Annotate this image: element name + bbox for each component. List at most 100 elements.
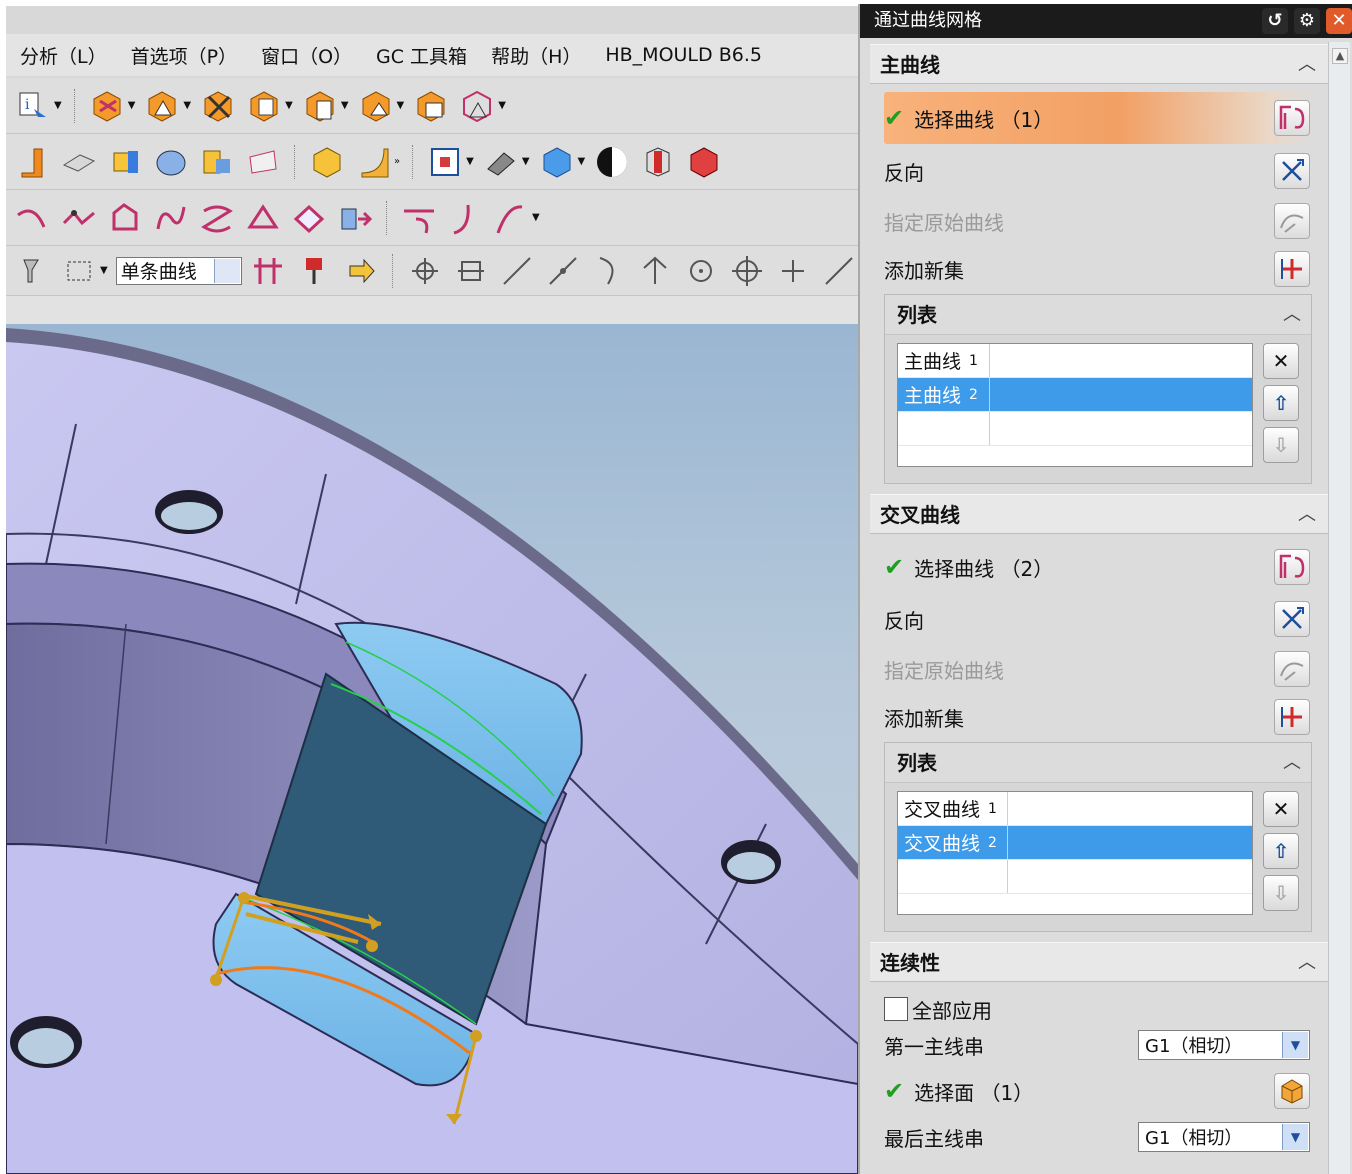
chevron-down-icon[interactable]: [214, 258, 241, 283]
cross-list-header[interactable]: 列表 ︿: [885, 743, 1311, 783]
chevron-up-icon[interactable]: ︿: [1298, 943, 1316, 983]
chevron-up-icon[interactable]: ︿: [1283, 743, 1301, 783]
more-tools-icon[interactable]: »: [394, 156, 400, 167]
select-face-button[interactable]: [1274, 1073, 1310, 1109]
list-item[interactable]: 主曲线 1: [898, 344, 1252, 378]
info-icon[interactable]: i: [14, 87, 52, 125]
gear-icon[interactable]: ⚙: [1294, 8, 1320, 34]
dropdown-icon[interactable]: ▼: [183, 100, 191, 111]
dropdown-icon[interactable]: ▼: [498, 100, 506, 111]
menu-gc-toolbox[interactable]: GC 工具箱: [376, 42, 467, 69]
dropdown-icon[interactable]: ▼: [532, 212, 540, 223]
point-icon[interactable]: [60, 199, 98, 237]
cross-select-curve-row[interactable]: ✔ 选择曲线 （2）: [884, 546, 1314, 588]
snap-midpoint-icon[interactable]: [544, 252, 582, 290]
bridge-curve-icon[interactable]: [492, 199, 530, 237]
primary-curve-list[interactable]: 主曲线 1 主曲线 2: [897, 343, 1253, 467]
trim-curve-icon[interactable]: [400, 199, 438, 237]
red-cube-icon[interactable]: [685, 143, 723, 181]
follow-icon[interactable]: [296, 252, 334, 290]
scroll-up-icon[interactable]: ▲: [1332, 48, 1348, 64]
list-item-selected[interactable]: 主曲线 2: [898, 378, 1252, 412]
last-primary-select[interactable]: G1（相切） ▼: [1138, 1122, 1310, 1152]
extrude-icon[interactable]: [14, 143, 52, 181]
sheet-cube-icon[interactable]: [357, 87, 395, 125]
remove-list-item-button[interactable]: ✕: [1263, 791, 1299, 827]
snap-perpendicular-icon[interactable]: [636, 252, 674, 290]
intersection-icon[interactable]: [250, 252, 288, 290]
primary-select-curve-row[interactable]: ✔ 选择曲线 （1）: [884, 92, 1314, 144]
copy-cube-icon[interactable]: [245, 87, 283, 125]
extract-curve-icon[interactable]: [336, 199, 374, 237]
move-up-button[interactable]: ⇧: [1263, 385, 1299, 421]
chevron-up-icon[interactable]: ︿: [1283, 295, 1301, 335]
split-cube-icon[interactable]: [301, 87, 339, 125]
list-item[interactable]: 交叉曲线 1: [898, 792, 1252, 826]
wireframe-cube-icon[interactable]: [458, 87, 496, 125]
plate-icon[interactable]: [60, 143, 98, 181]
chevron-up-icon[interactable]: ︿: [1298, 495, 1316, 535]
dropdown-icon[interactable]: ▼: [285, 100, 293, 111]
snap-curve-icon[interactable]: [590, 252, 628, 290]
draft-cube-icon[interactable]: [143, 87, 181, 125]
select-curve-button[interactable]: [1274, 549, 1310, 585]
next-arrow-icon[interactable]: [342, 252, 380, 290]
dropdown-icon[interactable]: ▼: [128, 100, 136, 111]
project-curve-icon[interactable]: [290, 199, 328, 237]
boss-icon[interactable]: [106, 143, 144, 181]
close-icon[interactable]: ✕: [1326, 8, 1352, 34]
spline-icon[interactable]: [152, 199, 190, 237]
feature-cube-icon[interactable]: [88, 87, 126, 125]
polygon-icon[interactable]: [106, 199, 144, 237]
groove-icon[interactable]: [244, 143, 282, 181]
move-up-button[interactable]: ⇧: [1263, 833, 1299, 869]
menu-hb-mould[interactable]: HB_MOULD B6.5: [605, 44, 762, 66]
rectangle-select-icon[interactable]: [60, 252, 98, 290]
snap-view-icon[interactable]: [426, 143, 464, 181]
menu-preferences[interactable]: 首选项（P）: [131, 42, 237, 69]
apply-all-checkbox[interactable]: [884, 997, 908, 1021]
chevron-down-icon[interactable]: ▼: [1282, 1124, 1308, 1150]
blend-icon[interactable]: [354, 143, 392, 181]
menu-window[interactable]: 窗口（O）: [261, 42, 352, 69]
shaded-cube-icon[interactable]: [538, 143, 576, 181]
edge-icon[interactable]: [482, 143, 520, 181]
dropdown-icon[interactable]: ▼: [522, 156, 530, 167]
snap-tangent-icon[interactable]: [820, 252, 858, 290]
dropdown-icon[interactable]: ▼: [397, 100, 405, 111]
snap-center-icon[interactable]: [682, 252, 720, 290]
cross-curve-list[interactable]: 交叉曲线 1 交叉曲线 2: [897, 791, 1253, 915]
continuity-header[interactable]: 连续性 ︿: [870, 942, 1328, 982]
dropdown-icon[interactable]: ▼: [578, 156, 586, 167]
block-icon[interactable]: [308, 143, 346, 181]
remove-cube-icon[interactable]: [199, 87, 237, 125]
section-icon[interactable]: [593, 143, 631, 181]
info-dropdown-icon[interactable]: ▼: [54, 100, 62, 111]
reverse-direction-button[interactable]: [1274, 601, 1310, 637]
offset-curve-icon[interactable]: [244, 199, 282, 237]
menu-help[interactable]: 帮助（H）: [491, 42, 581, 69]
pad-icon[interactable]: [198, 143, 236, 181]
snap-point-icon[interactable]: [774, 252, 812, 290]
menu-analysis[interactable]: 分析（L）: [20, 42, 107, 69]
measure-cube-icon[interactable]: [412, 87, 450, 125]
divide-curve-icon[interactable]: [446, 199, 484, 237]
snap-line-icon[interactable]: [498, 252, 536, 290]
arc-icon[interactable]: [14, 199, 52, 237]
snap-quadrant-icon[interactable]: [728, 252, 766, 290]
reset-icon[interactable]: ↺: [1262, 8, 1288, 34]
dropdown-icon[interactable]: ▼: [341, 100, 349, 111]
reverse-direction-button[interactable]: [1274, 153, 1310, 189]
remove-list-item-button[interactable]: ✕: [1263, 343, 1299, 379]
snap-grid-icon[interactable]: [452, 252, 490, 290]
pocket-icon[interactable]: [152, 143, 190, 181]
add-new-set-button[interactable]: [1274, 699, 1310, 735]
select-filter-icon[interactable]: [14, 252, 52, 290]
dropdown-icon[interactable]: ▼: [466, 156, 474, 167]
red-solid-icon[interactable]: [639, 143, 677, 181]
chevron-up-icon[interactable]: ︿: [1298, 45, 1316, 85]
cross-curves-header[interactable]: 交叉曲线 ︿: [870, 494, 1328, 534]
curve-rule-select[interactable]: 单条曲线: [115, 256, 243, 285]
primary-curves-header[interactable]: 主曲线 ︿: [870, 44, 1328, 84]
chevron-down-icon[interactable]: ▼: [1282, 1032, 1308, 1058]
